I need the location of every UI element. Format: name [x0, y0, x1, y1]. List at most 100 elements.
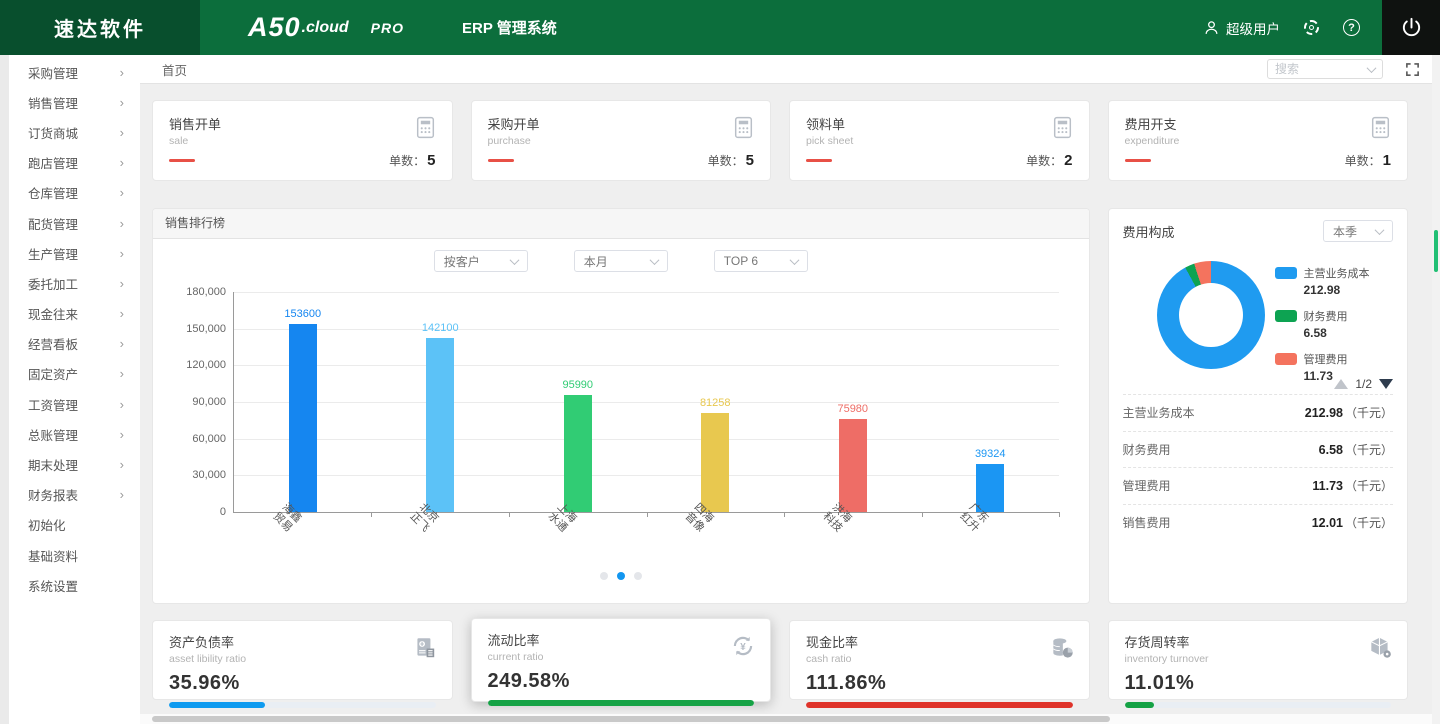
pager-up-icon[interactable] — [1334, 379, 1348, 389]
x-axis-tick — [784, 512, 785, 517]
x-axis-tick — [647, 512, 648, 517]
sidebar-item[interactable]: 财务报表› — [0, 480, 140, 510]
stat-card-footer: 单数：1 — [1125, 152, 1392, 169]
app-header: 速达软件 A50 .cloud PRO ERP 管理系统 超级用户 ? — [0, 0, 1440, 55]
sidebar-item[interactable]: 初始化 — [0, 510, 140, 540]
sidebar-item[interactable]: 工资管理› — [0, 389, 140, 419]
sidebar-item[interactable]: 采购管理› — [0, 57, 140, 87]
carousel-dot[interactable] — [634, 572, 642, 580]
horizontal-scrollbar[interactable] — [140, 714, 1432, 724]
ratio-card[interactable]: 流动比率current ratio¥249.58% — [471, 618, 772, 702]
ratio-card-subtitle: inventory turnover — [1125, 653, 1392, 665]
carousel-dot[interactable] — [617, 572, 625, 580]
stat-card-subtitle: expenditure — [1125, 135, 1392, 147]
ratio-card[interactable]: 资产负债率asset libility ratio35.96% — [152, 620, 453, 700]
horizontal-scrollbar-thumb[interactable] — [152, 716, 1110, 722]
sidebar-item-label: 经营看板 — [28, 334, 78, 353]
chevron-right-icon: › — [120, 246, 124, 261]
ratio-card[interactable]: 存货周转率inventory turnover11.01% — [1108, 620, 1409, 700]
sidebar-item-label: 配货管理 — [28, 214, 78, 233]
sales-rank-panel: 销售排行榜 按客户本月TOP 6 180,000150,000120,00090… — [152, 208, 1090, 604]
chevron-right-icon: › — [120, 155, 124, 170]
gear-icon[interactable] — [1304, 20, 1319, 35]
ratio-card[interactable]: 现金比率cash ratio111.86% — [789, 620, 1090, 700]
x-axis-tick — [371, 512, 372, 517]
expense-period-value: 本季 — [1333, 223, 1357, 240]
sidebar-item[interactable]: 委托加工› — [0, 268, 140, 298]
ratio-value: 249.58% — [488, 670, 755, 693]
stat-card-subtitle: sale — [169, 135, 436, 147]
sidebar-item[interactable]: 现金往来› — [0, 299, 140, 329]
legend-label: 财务费用 — [1304, 308, 1348, 324]
chevron-right-icon: › — [120, 487, 124, 502]
chart-filter-select[interactable]: 按客户 — [434, 250, 528, 272]
sidebar-item[interactable]: 期末处理› — [0, 449, 140, 479]
stat-card[interactable]: 费用开支expenditure单数：1 — [1108, 100, 1409, 181]
expense-name: 财务费用 — [1123, 441, 1171, 458]
pager-down-icon[interactable] — [1379, 379, 1393, 389]
legend-entry[interactable]: 主营业务成本212.98 — [1275, 265, 1370, 297]
sidebar-item[interactable]: 基础资料 — [0, 540, 140, 570]
sidebar-item[interactable]: 销售管理› — [0, 87, 140, 117]
stat-card-footer: 单数：5 — [488, 152, 755, 169]
brand-product: ERP 管理系统 — [462, 17, 557, 38]
vertical-scrollbar-thumb[interactable] — [1434, 230, 1438, 272]
sales-bar-chart: 180,000150,000120,00090,00060,00030,0000… — [233, 292, 1059, 513]
stat-card-footer: 单数：2 — [806, 152, 1073, 169]
ratio-card-subtitle: asset libility ratio — [169, 653, 436, 665]
legend-entry[interactable]: 财务费用6.58 — [1275, 308, 1370, 340]
stat-card[interactable]: 销售开单sale单数：5 — [152, 100, 453, 181]
fullscreen-icon[interactable] — [1405, 62, 1420, 77]
vertical-scrollbar[interactable] — [1432, 55, 1440, 724]
sidebar-item[interactable]: 生产管理› — [0, 238, 140, 268]
user-menu[interactable]: 超级用户 — [1203, 18, 1280, 38]
stat-card[interactable]: 领料单pick sheet单数：2 — [789, 100, 1090, 181]
expense-value: 6.58（千元） — [1319, 441, 1393, 458]
carousel-dot[interactable] — [600, 572, 608, 580]
search-input[interactable] — [1275, 62, 1355, 76]
legend-swatch — [1275, 353, 1297, 365]
help-icon[interactable]: ? — [1343, 19, 1360, 36]
chart-filter-select[interactable]: 本月 — [574, 250, 668, 272]
topbar: 首页 — [140, 55, 1440, 84]
sidebar-item[interactable]: 经营看板 › — [0, 329, 140, 359]
sidebar-item[interactable]: 配货管理› — [0, 208, 140, 238]
app-logo: 速达软件 — [0, 0, 200, 55]
search-select[interactable] — [1267, 59, 1383, 79]
y-axis-tick-label: 90,000 — [154, 396, 226, 408]
progress-track — [806, 702, 1073, 708]
sidebar-item-label: 委托加工 — [28, 274, 78, 293]
expense-panel: 费用构成 本季 主营业务成本212.98财务费用6.58管理费用11.73 1/… — [1108, 208, 1409, 604]
sidebar-item[interactable]: 订货商城› — [0, 117, 140, 147]
y-axis-tick-label: 30,000 — [154, 469, 226, 481]
bar[interactable] — [426, 338, 454, 512]
sidebar-scrollbar[interactable] — [0, 55, 9, 724]
sidebar-item[interactable]: 仓库管理› — [0, 178, 140, 208]
sidebar-item[interactable]: 跑店管理› — [0, 148, 140, 178]
bar[interactable] — [701, 413, 729, 512]
stat-card[interactable]: 采购开单purchase单数：5 — [471, 100, 772, 181]
chart-filter-select[interactable]: TOP 6 — [714, 250, 808, 272]
expense-header: 费用构成 本季 — [1123, 209, 1394, 242]
sidebar-item[interactable]: 系统设置 — [0, 570, 140, 600]
bar[interactable] — [289, 324, 317, 512]
stat-card-title: 采购开单 — [488, 114, 755, 133]
gridline — [234, 365, 1059, 366]
sidebar-item[interactable]: 总账管理› — [0, 419, 140, 449]
bar[interactable] — [839, 419, 867, 512]
accent-dash — [1125, 159, 1151, 162]
chevron-right-icon: › — [120, 336, 124, 351]
brand-name: A50 — [248, 12, 301, 43]
bar[interactable] — [976, 464, 1004, 512]
breadcrumb-home-tab[interactable]: 首页 — [140, 60, 187, 79]
stat-card-title: 领料单 — [806, 114, 1073, 133]
sidebar-item-label: 订货商城 — [28, 123, 78, 142]
sidebar-item[interactable]: 固定资产› — [0, 359, 140, 389]
calculator-icon — [1368, 115, 1393, 145]
calculator-icon — [413, 115, 438, 145]
logout-power-button[interactable] — [1382, 0, 1440, 55]
stat-count: 单数：5 — [708, 152, 754, 169]
sidebar-item-label: 仓库管理 — [28, 183, 78, 202]
bar[interactable] — [564, 395, 592, 512]
expense-period-select[interactable]: 本季 — [1323, 220, 1393, 242]
